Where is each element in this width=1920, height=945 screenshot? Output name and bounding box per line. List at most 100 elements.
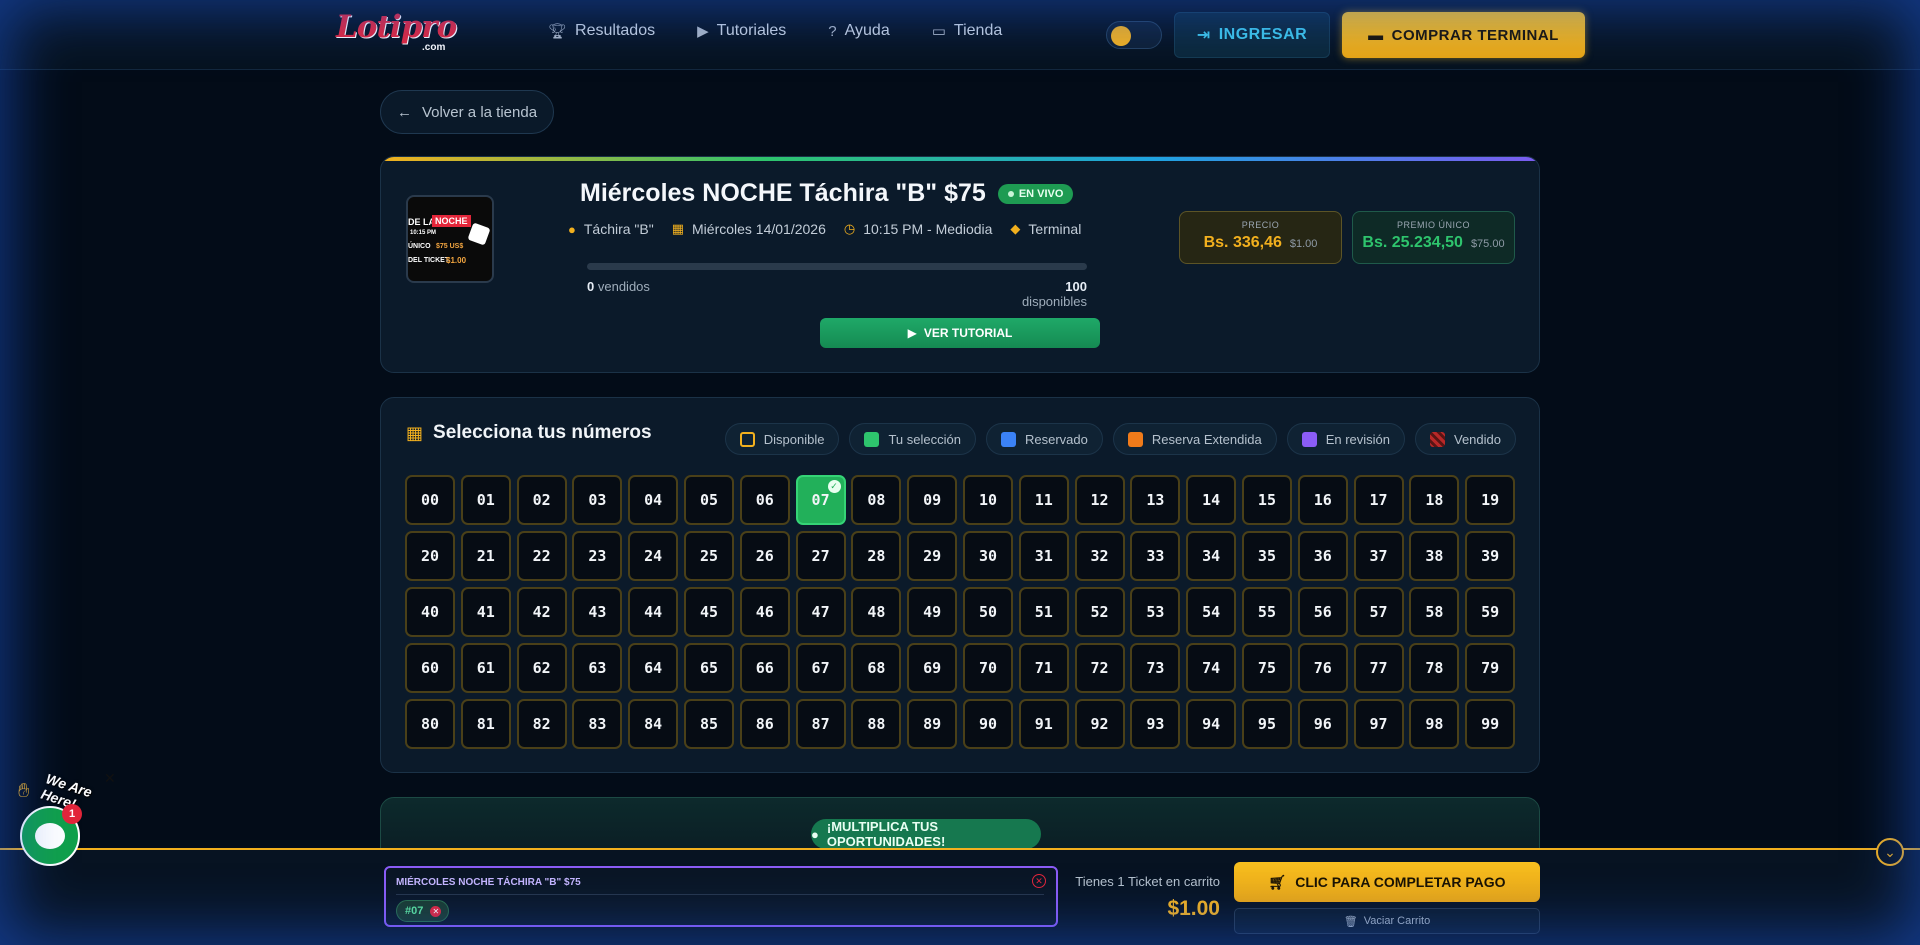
complete-payment-button[interactable]: 🛒︎ CLIC PARA COMPLETAR PAGO bbox=[1234, 862, 1540, 902]
number-cell[interactable]: 21 bbox=[460, 531, 511, 581]
number-cell[interactable]: 33 bbox=[1130, 531, 1181, 581]
number-cell[interactable]: 38 bbox=[1409, 531, 1460, 581]
buy-terminal-button[interactable]: ▬ COMPRAR TERMINAL bbox=[1342, 12, 1585, 58]
number-cell[interactable]: 17 bbox=[1353, 475, 1404, 525]
number-cell[interactable]: 56 bbox=[1297, 587, 1348, 637]
number-cell[interactable]: 86 bbox=[739, 699, 790, 749]
number-cell[interactable]: 26 bbox=[739, 531, 790, 581]
number-cell[interactable]: 81 bbox=[460, 699, 511, 749]
number-cell[interactable]: 07 ✓ bbox=[795, 475, 846, 525]
number-cell[interactable]: 61 bbox=[460, 643, 511, 693]
number-cell[interactable]: 59 bbox=[1465, 587, 1516, 637]
number-cell[interactable]: 50 bbox=[962, 587, 1013, 637]
number-cell[interactable]: 49 bbox=[907, 587, 958, 637]
theme-toggle[interactable] bbox=[1106, 21, 1162, 49]
number-cell[interactable]: 93 bbox=[1130, 699, 1181, 749]
number-cell[interactable]: 23 bbox=[572, 531, 623, 581]
number-cell[interactable]: 79 bbox=[1465, 643, 1516, 693]
close-icon[interactable]: ✕ bbox=[104, 770, 116, 787]
number-cell[interactable]: 41 bbox=[460, 587, 511, 637]
nav-tutoriales[interactable]: ▶ Tutoriales bbox=[697, 22, 786, 40]
number-cell[interactable]: 52 bbox=[1074, 587, 1125, 637]
number-cell[interactable]: 44 bbox=[628, 587, 679, 637]
number-cell[interactable]: 91 bbox=[1018, 699, 1069, 749]
number-cell[interactable]: 88 bbox=[851, 699, 902, 749]
number-cell[interactable]: 76 bbox=[1297, 643, 1348, 693]
number-cell[interactable]: 83 bbox=[572, 699, 623, 749]
number-cell[interactable]: 13 bbox=[1130, 475, 1181, 525]
logo[interactable]: Lotipro .com bbox=[336, 12, 457, 56]
number-cell[interactable]: 89 bbox=[907, 699, 958, 749]
number-cell[interactable]: 47 bbox=[795, 587, 846, 637]
number-cell[interactable]: 12 bbox=[1074, 475, 1125, 525]
number-cell[interactable]: 68 bbox=[851, 643, 902, 693]
number-cell[interactable]: 15 bbox=[1241, 475, 1292, 525]
number-cell[interactable]: 42 bbox=[516, 587, 567, 637]
number-cell[interactable]: 74 bbox=[1186, 643, 1237, 693]
number-cell[interactable]: 24 bbox=[628, 531, 679, 581]
nav-tienda[interactable]: ▭ Tienda bbox=[932, 22, 1003, 40]
number-cell[interactable]: 78 bbox=[1409, 643, 1460, 693]
number-cell[interactable]: 18 bbox=[1409, 475, 1460, 525]
number-cell[interactable]: 54 bbox=[1186, 587, 1237, 637]
number-cell[interactable]: 05 bbox=[683, 475, 734, 525]
number-cell[interactable]: 71 bbox=[1018, 643, 1069, 693]
collapse-cart-button[interactable]: ⌄ bbox=[1876, 838, 1904, 866]
number-cell[interactable]: 70 bbox=[962, 643, 1013, 693]
number-cell[interactable]: 94 bbox=[1186, 699, 1237, 749]
number-cell[interactable]: 16 bbox=[1297, 475, 1348, 525]
number-cell[interactable]: 69 bbox=[907, 643, 958, 693]
number-cell[interactable]: 80 bbox=[405, 699, 455, 749]
number-cell[interactable]: 09 bbox=[907, 475, 958, 525]
remove-ticket-button[interactable]: ✕ bbox=[430, 905, 442, 917]
number-cell[interactable]: 67 bbox=[795, 643, 846, 693]
number-cell[interactable]: 58 bbox=[1409, 587, 1460, 637]
number-cell[interactable]: 62 bbox=[516, 643, 567, 693]
number-cell[interactable]: 90 bbox=[962, 699, 1013, 749]
number-cell[interactable]: 03 bbox=[572, 475, 623, 525]
number-cell[interactable]: 51 bbox=[1018, 587, 1069, 637]
number-cell[interactable]: 06 bbox=[739, 475, 790, 525]
number-cell[interactable]: 14 bbox=[1186, 475, 1237, 525]
number-cell[interactable]: 22 bbox=[516, 531, 567, 581]
number-cell[interactable]: 00 bbox=[405, 475, 455, 525]
number-cell[interactable]: 92 bbox=[1074, 699, 1125, 749]
number-cell[interactable]: 63 bbox=[572, 643, 623, 693]
number-cell[interactable]: 66 bbox=[739, 643, 790, 693]
number-cell[interactable]: 39 bbox=[1465, 531, 1516, 581]
number-cell[interactable]: 35 bbox=[1241, 531, 1292, 581]
number-cell[interactable]: 29 bbox=[907, 531, 958, 581]
number-cell[interactable]: 57 bbox=[1353, 587, 1404, 637]
number-cell[interactable]: 02 bbox=[516, 475, 567, 525]
number-cell[interactable]: 30 bbox=[962, 531, 1013, 581]
number-cell[interactable]: 45 bbox=[683, 587, 734, 637]
number-cell[interactable]: 73 bbox=[1130, 643, 1181, 693]
number-cell[interactable]: 40 bbox=[405, 587, 455, 637]
number-cell[interactable]: 65 bbox=[683, 643, 734, 693]
number-cell[interactable]: 95 bbox=[1241, 699, 1292, 749]
number-cell[interactable]: 37 bbox=[1353, 531, 1404, 581]
number-cell[interactable]: 01 bbox=[460, 475, 511, 525]
number-cell[interactable]: 64 bbox=[628, 643, 679, 693]
empty-cart-button[interactable]: 🗑︎ Vaciar Carrito bbox=[1234, 908, 1540, 934]
number-cell[interactable]: 11 bbox=[1018, 475, 1069, 525]
number-cell[interactable]: 36 bbox=[1297, 531, 1348, 581]
number-cell[interactable]: 34 bbox=[1186, 531, 1237, 581]
number-cell[interactable]: 99 bbox=[1465, 699, 1516, 749]
number-cell[interactable]: 43 bbox=[572, 587, 623, 637]
number-cell[interactable]: 20 bbox=[405, 531, 455, 581]
number-cell[interactable]: 10 bbox=[962, 475, 1013, 525]
number-cell[interactable]: 77 bbox=[1353, 643, 1404, 693]
number-cell[interactable]: 32 bbox=[1074, 531, 1125, 581]
remove-item-button[interactable]: ✕ bbox=[1032, 874, 1046, 888]
number-cell[interactable]: 28 bbox=[851, 531, 902, 581]
number-cell[interactable]: 75 bbox=[1241, 643, 1292, 693]
number-cell[interactable]: 82 bbox=[516, 699, 567, 749]
number-cell[interactable]: 60 bbox=[405, 643, 455, 693]
login-button[interactable]: ⇥ INGRESAR bbox=[1174, 12, 1330, 58]
number-cell[interactable]: 19 bbox=[1465, 475, 1516, 525]
nav-ayuda[interactable]: ? Ayuda bbox=[828, 22, 889, 40]
nav-resultados[interactable]: 🏆︎ Resultados bbox=[548, 22, 655, 40]
number-cell[interactable]: 04 bbox=[628, 475, 679, 525]
number-cell[interactable]: 98 bbox=[1409, 699, 1460, 749]
